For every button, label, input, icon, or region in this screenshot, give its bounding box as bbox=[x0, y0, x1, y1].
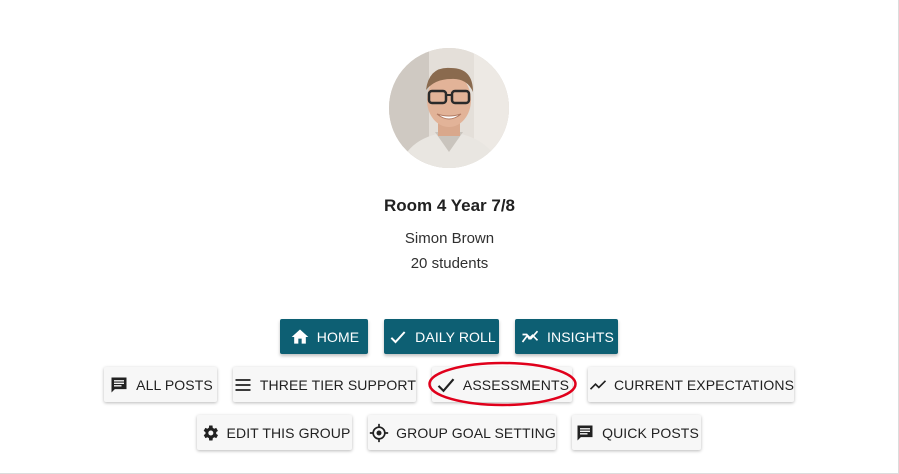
check-icon bbox=[387, 326, 409, 348]
assessments-button[interactable]: ASSESSMENTS bbox=[432, 367, 572, 402]
edit-this-group-button-label: EDIT THIS GROUP bbox=[226, 424, 351, 441]
home-button-label: HOME bbox=[316, 328, 360, 345]
gear-icon bbox=[199, 422, 221, 444]
group-goal-setting-button-label: GROUP GOAL SETTING bbox=[396, 424, 556, 441]
insights-button-label: INSIGHTS bbox=[547, 328, 614, 345]
quick-posts-button-label: QUICK POSTS bbox=[602, 424, 699, 441]
home-icon bbox=[289, 326, 311, 348]
target-icon bbox=[368, 422, 390, 444]
avatar bbox=[389, 48, 509, 168]
teacher-name: Simon Brown bbox=[404, 230, 495, 247]
group-title: Room 4 Year 7/8 bbox=[383, 196, 516, 215]
student-count: 20 students bbox=[410, 255, 489, 272]
three-tier-support-button-label: THREE TIER SUPPORT bbox=[259, 376, 416, 393]
current-expectations-button[interactable]: CURRENT EXPECTATIONS bbox=[588, 367, 794, 402]
assessments-button-label: ASSESSMENTS bbox=[462, 376, 570, 393]
check-icon bbox=[435, 374, 457, 396]
daily-roll-button[interactable]: DAILY ROLL bbox=[384, 319, 499, 354]
teacher-photo bbox=[389, 48, 509, 168]
quick-posts-button[interactable]: QUICK POSTS bbox=[572, 415, 701, 450]
edit-this-group-button[interactable]: EDIT THIS GROUP bbox=[197, 415, 352, 450]
comment-icon bbox=[574, 422, 596, 444]
home-button[interactable]: HOME bbox=[280, 319, 368, 354]
trending-icon bbox=[588, 374, 608, 396]
insights-icon bbox=[519, 326, 541, 348]
insights-button[interactable]: INSIGHTS bbox=[515, 319, 618, 354]
current-expectations-button-label: CURRENT EXPECTATIONS bbox=[613, 376, 795, 393]
three-tier-support-button[interactable]: THREE TIER SUPPORT bbox=[233, 367, 416, 402]
comment-icon bbox=[108, 374, 130, 396]
group-goal-setting-button[interactable]: GROUP GOAL SETTING bbox=[368, 415, 556, 450]
menu-icon bbox=[233, 374, 254, 396]
all-posts-button-label: ALL POSTS bbox=[136, 376, 213, 393]
daily-roll-button-label: DAILY ROLL bbox=[415, 328, 496, 345]
all-posts-button[interactable]: ALL POSTS bbox=[104, 367, 217, 402]
